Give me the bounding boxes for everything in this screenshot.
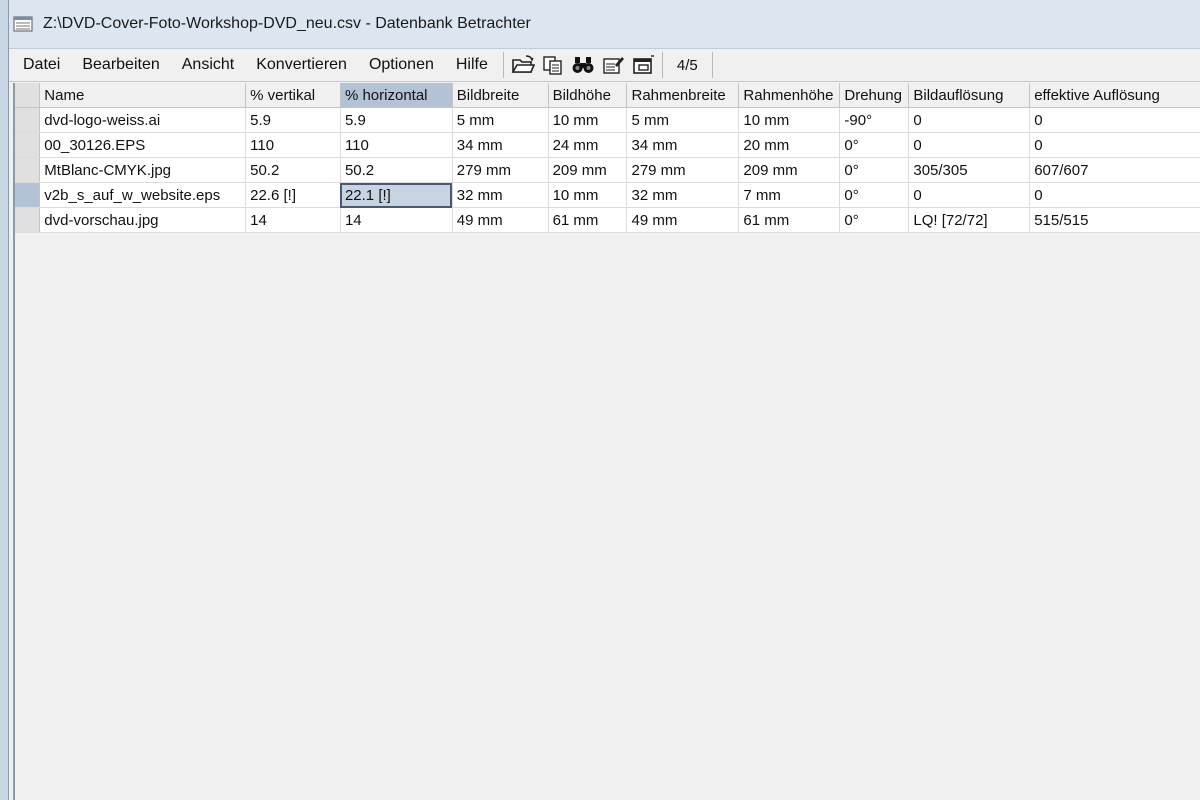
cell-bildhoehe[interactable]: 10 mm xyxy=(548,107,628,133)
corner-cell[interactable] xyxy=(15,83,41,108)
cell-effektive-aufloesung[interactable]: 607/607 xyxy=(1029,157,1200,183)
column-header-rahmenhoehe[interactable]: Rahmenhöhe xyxy=(738,83,841,108)
cell-bildhoehe[interactable]: 61 mm xyxy=(548,207,628,233)
cell-bildbreite[interactable]: 49 mm xyxy=(452,207,549,233)
cell-bildbreite[interactable]: 5 mm xyxy=(452,107,549,133)
cell-bildhoehe[interactable]: 10 mm xyxy=(548,182,628,208)
table-row[interactable]: dvd-vorschau.jpg 14 14 49 mm 61 mm 49 mm… xyxy=(15,207,1200,233)
app-window: Z:\DVD-Cover-Foto-Workshop-DVD_neu.csv -… xyxy=(8,0,1200,800)
cell-rahmenhoehe[interactable]: 61 mm xyxy=(738,207,841,233)
cell-rahmenhoehe[interactable]: 209 mm xyxy=(738,157,841,183)
cell-bildaufloesung[interactable]: 305/305 xyxy=(908,157,1031,183)
cell-rahmenhoehe[interactable]: 7 mm xyxy=(738,182,841,208)
column-header-bildbreite[interactable]: Bildbreite xyxy=(452,83,549,108)
cell-vertikal[interactable]: 110 xyxy=(245,132,341,158)
cell-rahmenhoehe[interactable]: 10 mm xyxy=(738,107,841,133)
cell-drehung[interactable]: 0° xyxy=(839,132,910,158)
toolbar-separator xyxy=(661,52,663,78)
data-table: Name % vertikal % horizontal Bildbreite … xyxy=(15,83,1200,233)
table-row[interactable]: 00_30126.EPS 110 110 34 mm 24 mm 34 mm 2… xyxy=(15,132,1200,158)
cell-rahmenbreite[interactable]: 34 mm xyxy=(626,132,740,158)
menu-ansicht[interactable]: Ansicht xyxy=(171,49,245,81)
cell-bildaufloesung[interactable]: LQ! [72/72] xyxy=(908,207,1031,233)
menu-konvertieren[interactable]: Konvertieren xyxy=(245,49,358,81)
cell-horizontal[interactable]: 14 xyxy=(340,207,453,233)
row-header[interactable] xyxy=(15,107,41,133)
cell-horizontal[interactable]: 110 xyxy=(340,132,453,158)
cell-name[interactable]: 00_30126.EPS xyxy=(39,132,247,158)
cell-name[interactable]: v2b_s_auf_w_website.eps xyxy=(39,182,247,208)
copy-icon[interactable] xyxy=(538,51,568,79)
cell-rahmenbreite[interactable]: 5 mm xyxy=(626,107,740,133)
menu-datei[interactable]: Datei xyxy=(9,49,71,81)
toolbar-separator xyxy=(711,52,713,78)
column-header-rahmenbreite[interactable]: Rahmenbreite xyxy=(626,83,740,108)
header-row: Name % vertikal % horizontal Bildbreite … xyxy=(15,83,1200,108)
open-folder-icon[interactable] xyxy=(508,51,538,79)
binoculars-icon[interactable] xyxy=(568,51,598,79)
cell-name[interactable]: MtBlanc-CMYK.jpg xyxy=(39,157,247,183)
menu-bearbeiten[interactable]: Bearbeiten xyxy=(71,49,170,81)
cell-vertikal[interactable]: 5.9 xyxy=(245,107,341,133)
menu-hilfe[interactable]: Hilfe xyxy=(445,49,499,81)
cell-vertikal[interactable]: 50.2 xyxy=(245,157,341,183)
column-header-bildhoehe[interactable]: Bildhöhe xyxy=(548,83,628,108)
cell-name[interactable]: dvd-logo-weiss.ai xyxy=(39,107,247,133)
cell-vertikal[interactable]: 22.6 [!] xyxy=(245,182,341,208)
cell-bildaufloesung[interactable]: 0 xyxy=(908,132,1031,158)
column-header-vertikal[interactable]: % vertikal xyxy=(245,83,341,108)
cell-drehung[interactable]: -90° xyxy=(839,107,910,133)
cell-effektive-aufloesung[interactable]: 515/515 xyxy=(1029,207,1200,233)
cell-rahmenbreite[interactable]: 279 mm xyxy=(626,157,740,183)
cell-bildbreite[interactable]: 34 mm xyxy=(452,132,549,158)
cell-bildaufloesung[interactable]: 0 xyxy=(908,182,1031,208)
row-header[interactable] xyxy=(15,132,41,158)
cell-effektive-aufloesung[interactable]: 0 xyxy=(1029,132,1200,158)
cell-rahmenbreite[interactable]: 49 mm xyxy=(626,207,740,233)
row-header[interactable] xyxy=(15,182,41,208)
cell-effektive-aufloesung[interactable]: 0 xyxy=(1029,107,1200,133)
window-icon[interactable] xyxy=(628,51,658,79)
window-title: Z:\DVD-Cover-Foto-Workshop-DVD_neu.csv -… xyxy=(43,15,531,32)
cell-horizontal[interactable]: 5.9 xyxy=(340,107,453,133)
cell-rahmenbreite[interactable]: 32 mm xyxy=(626,182,740,208)
row-header[interactable] xyxy=(15,207,41,233)
cell-name[interactable]: dvd-vorschau.jpg xyxy=(39,207,247,233)
column-header-bildaufloesung[interactable]: Bildauflösung xyxy=(908,83,1031,108)
cell-bildhoehe[interactable]: 24 mm xyxy=(548,132,628,158)
cell-rahmenhoehe[interactable]: 20 mm xyxy=(738,132,841,158)
column-header-drehung[interactable]: Drehung xyxy=(839,83,910,108)
cell-bildbreite[interactable]: 279 mm xyxy=(452,157,549,183)
column-header-horizontal[interactable]: % horizontal xyxy=(340,83,453,108)
table-row-selected[interactable]: v2b_s_auf_w_website.eps 22.6 [!] 22.1 [!… xyxy=(15,182,1200,208)
record-counter: 4/5 xyxy=(676,56,698,74)
cell-horizontal-focused[interactable]: 22.1 [!] xyxy=(340,182,453,208)
column-header-effektive-aufloesung[interactable]: effektive Auflösung xyxy=(1029,83,1200,108)
cell-horizontal[interactable]: 50.2 xyxy=(340,157,453,183)
data-grid: Name % vertikal % horizontal Bildbreite … xyxy=(13,83,1200,800)
cell-effektive-aufloesung[interactable]: 0 xyxy=(1029,182,1200,208)
cell-bildaufloesung[interactable]: 0 xyxy=(908,107,1031,133)
column-header-name[interactable]: Name xyxy=(39,83,247,108)
cell-vertikal[interactable]: 14 xyxy=(245,207,341,233)
table-row[interactable]: MtBlanc-CMYK.jpg 50.2 50.2 279 mm 209 mm… xyxy=(15,157,1200,183)
menu-optionen[interactable]: Optionen xyxy=(358,49,445,81)
cell-drehung[interactable]: 0° xyxy=(839,182,910,208)
cell-drehung[interactable]: 0° xyxy=(839,207,910,233)
menu-bar: Datei Bearbeiten Ansicht Konvertieren Op… xyxy=(9,49,1200,82)
table-row[interactable]: dvd-logo-weiss.ai 5.9 5.9 5 mm 10 mm 5 m… xyxy=(15,107,1200,133)
title-bar: Z:\DVD-Cover-Foto-Workshop-DVD_neu.csv -… xyxy=(9,0,1200,49)
row-header[interactable] xyxy=(15,157,41,183)
cell-bildhoehe[interactable]: 209 mm xyxy=(548,157,628,183)
cell-drehung[interactable]: 0° xyxy=(839,157,910,183)
toolbar-separator xyxy=(502,52,504,78)
cell-bildbreite[interactable]: 32 mm xyxy=(452,182,549,208)
edit-icon[interactable] xyxy=(598,51,628,79)
table-icon xyxy=(13,15,35,33)
